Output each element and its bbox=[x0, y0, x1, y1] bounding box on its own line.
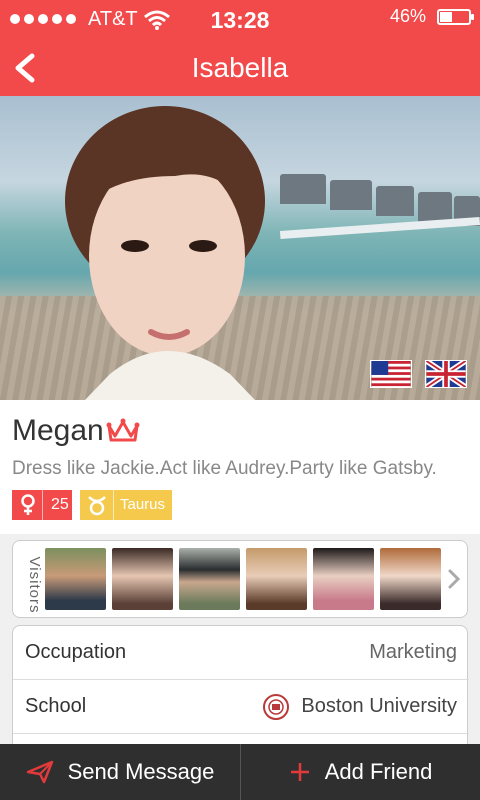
us-flag-icon bbox=[370, 360, 412, 388]
school-row: School Boston University bbox=[13, 680, 469, 734]
occupation-row: Occupation Marketing bbox=[13, 626, 469, 680]
plus-icon bbox=[290, 763, 309, 781]
send-icon bbox=[26, 760, 53, 784]
university-seal-icon bbox=[263, 694, 289, 720]
school-value: Boston University bbox=[301, 695, 457, 717]
uk-flag-icon bbox=[425, 360, 467, 388]
occupation-value: Marketing bbox=[369, 641, 457, 663]
profile-name: Megan bbox=[12, 414, 104, 447]
school-label: School bbox=[25, 695, 87, 717]
send-message-button[interactable]: Send Message bbox=[0, 744, 240, 800]
taurus-icon bbox=[88, 496, 106, 516]
female-icon bbox=[21, 494, 35, 515]
profile-header: Megan Dress like Jackie.Act like Audrey.… bbox=[0, 400, 480, 534]
visitor-avatar[interactable] bbox=[246, 548, 307, 610]
visitor-avatar[interactable] bbox=[380, 548, 441, 610]
visitors-list bbox=[45, 548, 441, 610]
profile-bio: Dress like Jackie.Act like Audrey.Party … bbox=[12, 458, 437, 479]
add-friend-button[interactable]: Add Friend bbox=[240, 744, 480, 800]
visitor-avatar[interactable] bbox=[179, 548, 240, 610]
chevron-right-icon[interactable] bbox=[447, 568, 461, 590]
status-bar: AT&T 13:28 46% bbox=[0, 0, 480, 40]
occupation-label: Occupation bbox=[25, 641, 127, 663]
page-title: Isabella bbox=[191, 52, 289, 83]
send-message-label: Send Message bbox=[67, 759, 215, 784]
zodiac-label: Taurus bbox=[113, 490, 165, 520]
battery-icon bbox=[437, 9, 474, 25]
visitor-avatar[interactable] bbox=[45, 548, 106, 610]
battery-percentage: 46% bbox=[390, 6, 427, 26]
action-bar: Send Message Add Friend bbox=[0, 744, 480, 800]
top-bar: AT&T 13:28 46% Isabella bbox=[0, 0, 480, 96]
visitors-card[interactable]: Visitors bbox=[12, 540, 468, 618]
portrait-illustration bbox=[65, 106, 265, 400]
crown-icon bbox=[106, 418, 140, 442]
add-friend-label: Add Friend bbox=[324, 759, 433, 784]
zodiac-badge: Taurus bbox=[80, 490, 172, 520]
age-value: 25 bbox=[42, 490, 69, 520]
age-badge: 25 bbox=[12, 490, 72, 520]
visitors-label: Visitors bbox=[26, 556, 43, 614]
profile-photo[interactable] bbox=[0, 96, 480, 400]
visitor-avatar[interactable] bbox=[313, 548, 374, 610]
visitor-avatar[interactable] bbox=[112, 548, 173, 610]
